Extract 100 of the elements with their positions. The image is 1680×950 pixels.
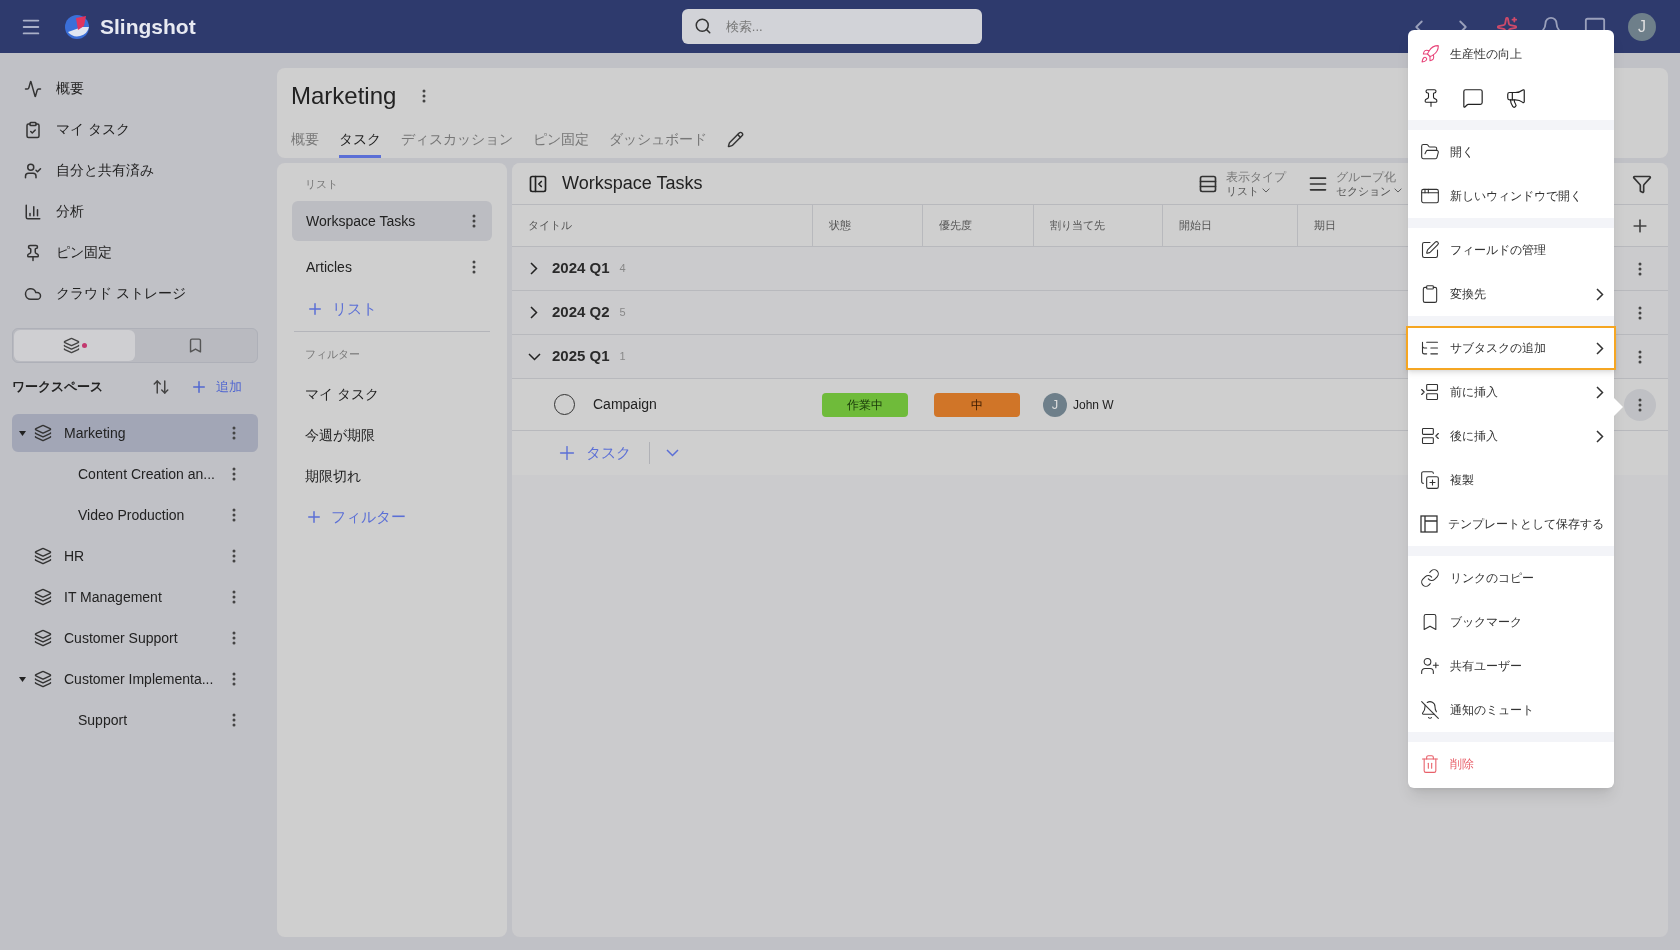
sidebar-tab[interactable]: [14, 330, 135, 361]
layers-icon: [62, 337, 87, 354]
plus-icon: [305, 508, 323, 526]
menu-item[interactable]: サブタスクの追加: [1406, 326, 1616, 370]
menu-item[interactable]: 通知のミュート: [1408, 688, 1614, 732]
column-header: 優先度: [922, 205, 1033, 246]
workspace-name: Customer Support: [64, 628, 179, 648]
nav-item[interactable]: ピン固定: [12, 232, 258, 273]
workspace-name: IT Management: [64, 587, 163, 607]
project-title: Marketing: [291, 81, 397, 111]
section-label: フィルター: [304, 347, 361, 362]
more-icon: [1638, 397, 1642, 412]
caret-icon: [1394, 188, 1402, 193]
megaphone-icon: [1505, 87, 1527, 109]
nav-item[interactable]: 概要: [12, 68, 258, 109]
workspace-item[interactable]: Video Production: [12, 496, 258, 534]
workspace-item[interactable]: HR: [12, 537, 258, 575]
caret-icon: [19, 430, 26, 436]
workspace-item[interactable]: Customer Support: [12, 619, 258, 657]
filter-button[interactable]: [1632, 173, 1652, 194]
search-field[interactable]: 検索...: [681, 9, 982, 44]
workspace-name: Support: [78, 710, 129, 730]
menu-item-icon: [1420, 186, 1440, 206]
more-icon: [232, 426, 236, 440]
chevron-icon: [530, 262, 538, 275]
menu-item-icon: [1420, 515, 1438, 533]
more-icon: [1638, 261, 1642, 276]
more-icon: [232, 713, 236, 727]
menu-item[interactable]: 削除: [1408, 742, 1614, 786]
workspace-item[interactable]: Content Creation an...: [12, 455, 258, 493]
section-label: リスト: [304, 177, 339, 192]
more-icon: [472, 260, 476, 274]
project-tab[interactable]: タスク: [339, 124, 381, 158]
filter-item[interactable]: 今週が期限: [292, 415, 492, 456]
nav-icon: [24, 202, 42, 221]
menu-item[interactable]: 生産性の向上: [1408, 32, 1614, 76]
more-icon: [232, 672, 236, 686]
layers-icon: [34, 629, 52, 647]
dropdown-icon: [666, 449, 679, 457]
layers-icon: [34, 670, 52, 688]
menu-item-icon: [1420, 142, 1440, 162]
nav-item[interactable]: 分析: [12, 191, 258, 232]
list-item[interactable]: Workspace Tasks: [292, 201, 492, 241]
view-type-button[interactable]: 表示タイプ リスト: [1198, 169, 1286, 198]
layers-icon: [34, 547, 52, 565]
nav-item[interactable]: 自分と共有済み: [12, 150, 258, 191]
comment-icon: [1462, 87, 1484, 109]
app-name: Slingshot: [100, 13, 196, 40]
plus-icon: [190, 378, 208, 396]
workspace-item[interactable]: Marketing: [12, 414, 258, 452]
task-title: Campaign: [593, 395, 657, 414]
chevron-icon: [527, 352, 541, 361]
edit-icon: [727, 131, 744, 148]
column-header: 開始日: [1162, 205, 1297, 246]
nav-item[interactable]: クラウド ストレージ: [12, 273, 258, 314]
nav-icon: [24, 79, 42, 98]
nav-icon: [24, 120, 42, 139]
more-icon: [472, 214, 476, 228]
menu-item[interactable]: ブックマーク: [1408, 600, 1614, 644]
group-count: 5: [619, 305, 626, 321]
menu-item[interactable]: 開く: [1408, 130, 1614, 174]
workspace-name: HR: [64, 546, 86, 566]
filter-item[interactable]: 期限切れ: [292, 456, 492, 497]
workspace-item[interactable]: IT Management: [12, 578, 258, 616]
menu-item-icon: [1420, 284, 1440, 304]
comment-button[interactable]: [1462, 87, 1484, 109]
column-header: 状態: [812, 205, 922, 246]
menu-item-icon: [1420, 700, 1440, 720]
status-badge: 作業中: [822, 392, 908, 417]
list-item[interactable]: Articles: [292, 247, 492, 287]
menu-item[interactable]: 複製: [1408, 458, 1614, 502]
menu-item-icon: [1420, 754, 1440, 774]
menu-item-icon: [1420, 656, 1440, 676]
workspace-name: Content Creation an...: [78, 464, 216, 484]
group-name: 2024 Q1: [552, 258, 610, 279]
search-icon: [693, 17, 712, 35]
priority-badge: 中: [934, 392, 1020, 417]
menu-item-icon: [1420, 44, 1440, 64]
layers-icon: [34, 588, 52, 606]
filter-item[interactable]: マイ タスク: [292, 374, 492, 415]
column-header: タイトル: [527, 218, 573, 234]
more-icon: [232, 467, 236, 481]
menu-item[interactable]: リンクのコピー: [1408, 556, 1614, 600]
sort-icon: [152, 378, 170, 396]
menu-item[interactable]: テンプレートとして保存する: [1408, 502, 1614, 546]
workspace-item[interactable]: Support: [12, 701, 258, 739]
column-header: 割り当て先: [1033, 205, 1162, 246]
rows-icon: [1198, 173, 1218, 194]
menu-item-icon: [1420, 426, 1440, 446]
menu-item[interactable]: 共有ユーザー: [1408, 644, 1614, 688]
assignee-name: John W: [1073, 396, 1114, 414]
row-menu-button[interactable]: [1624, 388, 1656, 421]
workspace-item[interactable]: Customer Implementa...: [12, 660, 258, 698]
nav-item[interactable]: マイ タスク: [12, 109, 258, 150]
layers-icon: [34, 424, 52, 442]
announce-button[interactable]: [1505, 87, 1527, 109]
menu-item[interactable]: 後に挿入: [1408, 414, 1614, 458]
more-icon: [422, 89, 427, 103]
section-title: ワークスペース: [12, 378, 104, 397]
group-by-button[interactable]: グループ化 セクション: [1308, 169, 1402, 198]
